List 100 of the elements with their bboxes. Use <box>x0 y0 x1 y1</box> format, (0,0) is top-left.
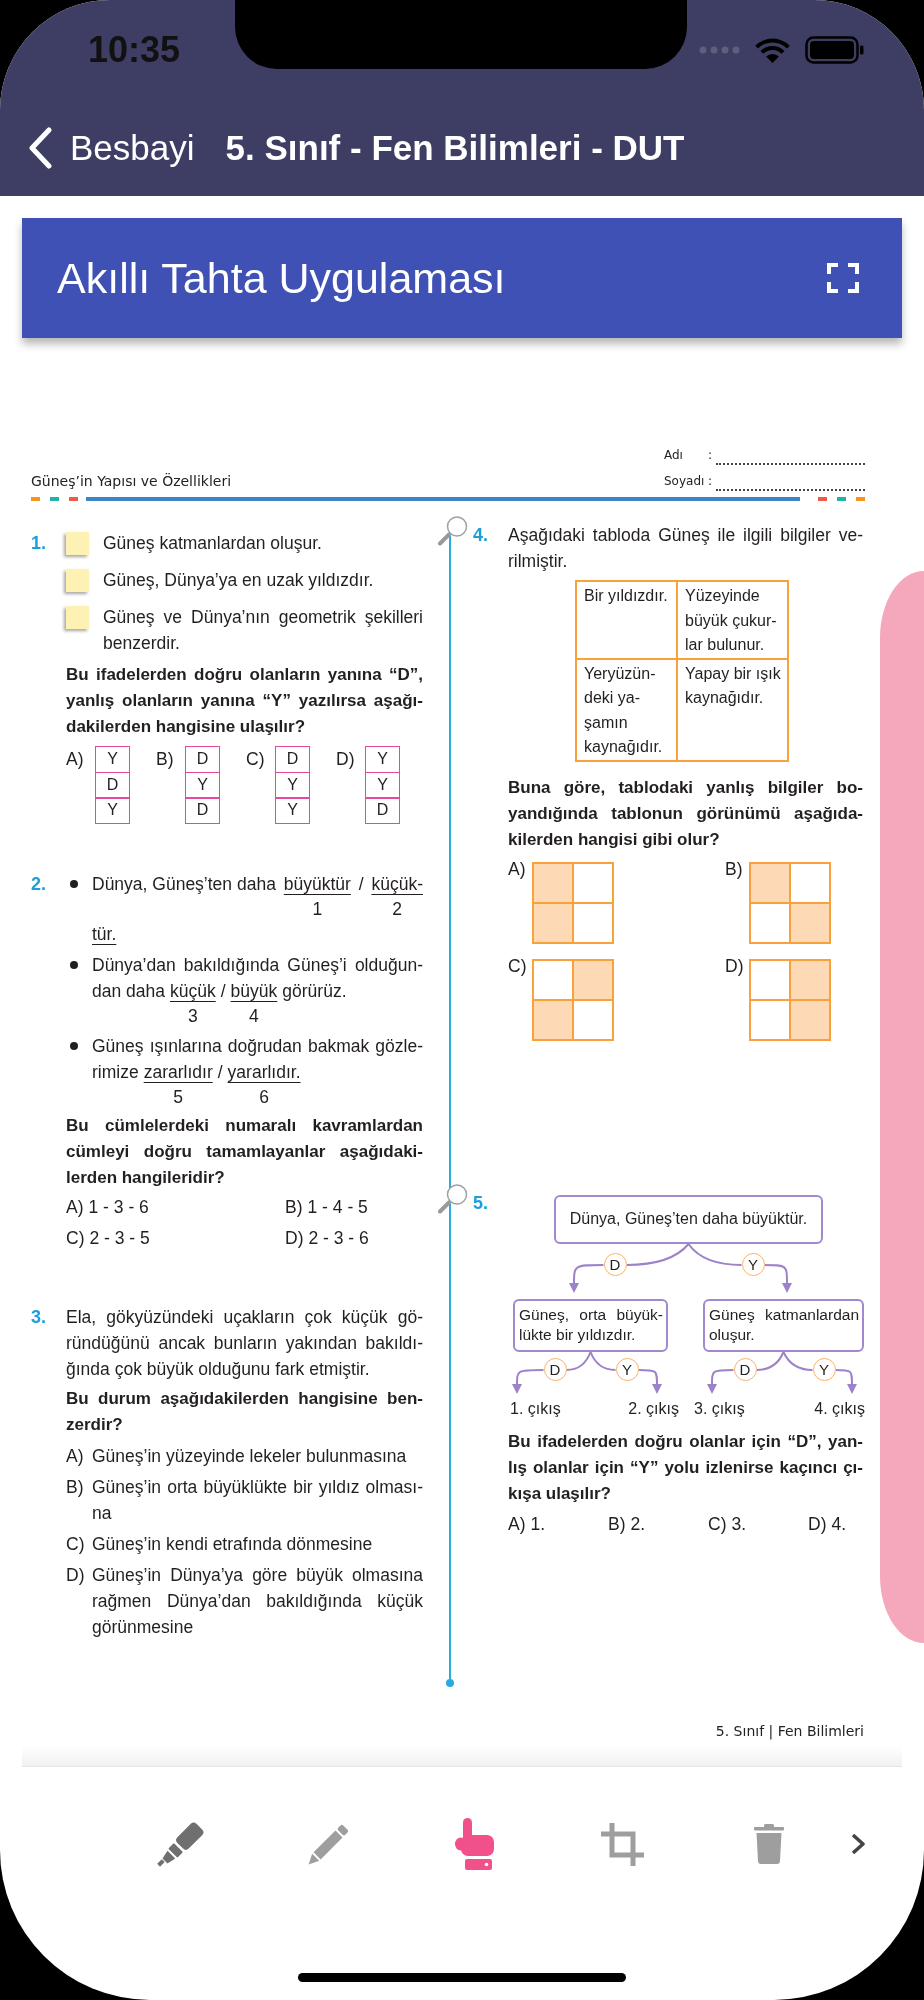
connector-line <box>565 1350 592 1371</box>
option-text: 2 - 3 - 5 <box>89 1227 150 1250</box>
fullscreen-icon[interactable] <box>827 263 859 293</box>
choice-number: 1 <box>312 898 323 921</box>
back-button[interactable]: Besbayi <box>28 127 195 169</box>
option-text: 1 - 4 - 5 <box>307 1196 368 1219</box>
option-label: A) <box>508 858 527 879</box>
connector-line <box>687 1242 743 1266</box>
option-label: B) <box>285 1196 303 1219</box>
status-time: 10:35 <box>88 29 181 71</box>
branch-arrow <box>763 1263 792 1293</box>
choice-number: 6 <box>259 1086 269 1109</box>
bullet-icon <box>70 961 78 969</box>
chevron-right-icon[interactable] <box>851 1833 865 1855</box>
option-label: B) <box>725 858 744 879</box>
question-text: Aşağıdaki tabloda Güneş ile ilgili bilgiler ve- rilmiştir. <box>508 524 863 573</box>
choice-word: tür. <box>92 923 118 946</box>
option-label: A) <box>66 1445 85 1468</box>
magnifier-icon[interactable] <box>437 516 468 546</box>
exit-label: 1. çıkış <box>510 1398 561 1419</box>
option-label: A) <box>66 748 85 771</box>
table-cell: Yapay bir ışık kaynağıdır. <box>677 658 788 761</box>
branch-label: D <box>603 1253 627 1276</box>
statement-text: Dünya, Güneş’ten daha <box>92 873 276 896</box>
choice-word: yararlıdır. <box>227 1061 301 1084</box>
statement-node: Güneş, orta büyük- lükte bir yıldızdır. <box>513 1298 668 1352</box>
question-number: 3. <box>31 1306 47 1329</box>
option-text: Güneş’in orta büyüklükte bir yıldız olması- na <box>92 1476 423 1525</box>
chevron-left-icon[interactable] <box>28 127 52 169</box>
option-label: D) <box>285 1227 304 1250</box>
statement-text: Güneş, Dünya’ya en uzak yıldızdır. <box>103 569 375 592</box>
statement-text: Güneş ışınlarına doğrudan bakmak gözle- <box>92 1035 423 1058</box>
option-label: C) <box>246 748 266 771</box>
table-cell: Y <box>95 746 130 773</box>
field-colon: : <box>708 447 714 464</box>
table-cell: Y <box>275 771 310 799</box>
hand-pointer-icon[interactable] <box>455 1818 495 1870</box>
exit-label: 3. çıkış <box>694 1398 745 1419</box>
question-number: 1. <box>31 532 47 555</box>
branch-label: Y <box>615 1358 639 1381</box>
table-cell: Y <box>95 797 130 824</box>
statement-text: dan daha <box>92 980 165 1003</box>
connector-line <box>625 1242 690 1266</box>
bullet-icon <box>70 1042 78 1050</box>
option-label: B) <box>66 1476 85 1499</box>
statement-text: Güneş ve Dünya’nın geometrik şekilleri benzerdir. <box>103 606 423 655</box>
question-prompt: Bu durum aşağıdakilerden hangisine ben- zerdir? <box>66 1388 423 1436</box>
exit-label: 2. çıkış <box>628 1398 679 1419</box>
battery-icon <box>805 36 864 64</box>
connector-line <box>755 1350 785 1371</box>
choice-word: küçük- <box>371 873 423 896</box>
field-label: Adı <box>664 447 684 464</box>
table-cell: Y <box>365 771 400 799</box>
table-cell: D <box>185 797 220 824</box>
statement-text: / <box>358 873 364 896</box>
branch-arrow <box>834 1368 857 1394</box>
field-colon: : <box>708 473 714 490</box>
option-label: C) <box>66 1533 86 1556</box>
option-label: D) <box>725 955 745 976</box>
answer-box <box>66 569 89 592</box>
branch-arrow <box>569 1263 605 1293</box>
choice-number: 3 <box>188 1005 198 1028</box>
table-cell: D <box>95 771 130 799</box>
question-prompt: Bu ifadelerden doğru olanların yanına “D”, yanlış olanların yanına “Y” yazılırsa aşağı- dakilerden hangisine ulaşılır? <box>66 664 423 738</box>
statement-text: / <box>217 1061 223 1084</box>
option-label: C) <box>708 1512 727 1536</box>
option-label: B) <box>608 1512 626 1536</box>
wifi-icon <box>755 37 790 63</box>
option-label: D) <box>66 1564 86 1587</box>
option-text: Güneş’in yüzeyinde lekeler bulunmasına <box>92 1445 408 1468</box>
option-label: D) <box>808 1512 827 1536</box>
table-cell: Yüzeyinde büyük çukur- lar bulunur. <box>677 581 788 659</box>
table-cell: D <box>365 797 400 824</box>
table-cell: Bir yıldızdır. <box>576 581 677 659</box>
option-text: Güneş’in kendi etrafında dönmesine <box>92 1533 374 1556</box>
choice-word: zararlıdır <box>143 1061 213 1084</box>
option-label: A) <box>508 1512 526 1536</box>
option-text: 1. <box>530 1512 546 1536</box>
question-prompt: Buna göre, tablodaki yanlış bilgiler bo- yandığında tablonun görünümü aşağıda- kilerden hangisi gibi olur? <box>508 776 863 851</box>
signal-icon <box>699 46 740 54</box>
table-cell: D <box>185 746 220 773</box>
choice-word: büyüktür <box>283 873 351 896</box>
trash-icon[interactable] <box>754 1824 784 1864</box>
choice-word: büyük <box>230 980 278 1003</box>
branch-arrow <box>707 1368 735 1394</box>
option-label: A) <box>66 1196 84 1219</box>
footer-text: 5. Sınıf | Fen Bilimleri <box>715 1722 864 1741</box>
statement-text: Güneş katmanlardan oluşur. <box>103 532 323 555</box>
table-cell: Y <box>365 746 400 773</box>
option-label: B) <box>156 748 175 771</box>
option-text: 2. <box>630 1512 646 1536</box>
option-text: 3. <box>731 1512 747 1536</box>
magnifier-icon[interactable] <box>437 1183 468 1214</box>
answer-box <box>66 606 89 629</box>
option-label: C) <box>66 1227 85 1250</box>
question-prompt: Bu ifadelerden doğru olanlar için “D”, yan- lış olanlar için “Y” yolu izlenirse kaçıncı çı- kışa ulaşılır? <box>508 1430 863 1505</box>
choice-number: 4 <box>249 1005 259 1028</box>
statement-node: Güneş katmanlardan oluşur. <box>703 1298 864 1352</box>
branch-label: Y <box>812 1358 836 1381</box>
option-label: D) <box>336 748 356 771</box>
